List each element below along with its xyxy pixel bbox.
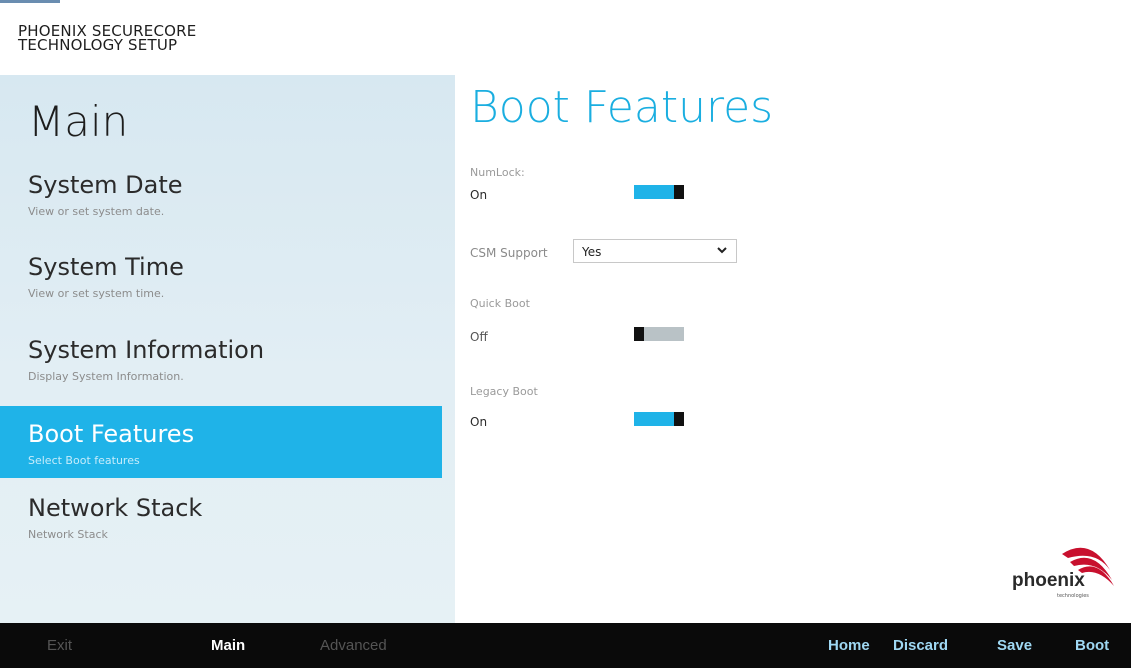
sidebar-item-desc: View or set system date. <box>28 205 165 218</box>
advanced-tab[interactable]: Advanced <box>320 637 387 654</box>
csm-support-label: CSM Support <box>470 246 548 260</box>
sidebar-title: Main <box>28 97 129 146</box>
page-title: Boot Features <box>470 82 774 133</box>
brand-title: PHOENIX SECURECORE TECHNOLOGY SETUP <box>18 24 196 54</box>
chevron-down-icon <box>717 247 727 254</box>
csm-support-select[interactable]: Yes <box>573 239 737 263</box>
numlock-label: NumLock: <box>470 166 525 179</box>
save-button[interactable]: Save <box>997 637 1032 654</box>
discard-button[interactable]: Discard <box>893 637 948 654</box>
quick-boot-label: Quick Boot <box>470 297 530 310</box>
sidebar-item-label: System Date <box>28 171 183 199</box>
brand-line-2: TECHNOLOGY SETUP <box>18 36 178 54</box>
csm-support-value: Yes <box>582 245 602 259</box>
main-tab[interactable]: Main <box>211 637 245 654</box>
phoenix-logo: phoenix technologies <box>1012 540 1116 610</box>
sidebar-item-boot-features[interactable]: Boot Features Select Boot features <box>0 406 442 478</box>
quick-boot-value: Off <box>470 330 488 344</box>
home-button[interactable]: Home <box>828 637 870 654</box>
boot-button[interactable]: Boot <box>1075 637 1109 654</box>
sidebar-item-desc: View or set system time. <box>28 287 165 300</box>
sidebar-item-desc: Network Stack <box>28 528 108 541</box>
legacy-boot-label: Legacy Boot <box>470 385 538 398</box>
legacy-boot-value: On <box>470 415 488 429</box>
sidebar-item-system-information[interactable]: System Information Display System Inform… <box>0 322 442 394</box>
sidebar-item-label: System Time <box>28 253 184 281</box>
sidebar-item-label: Boot Features <box>28 420 195 448</box>
sidebar-item-label: Network Stack <box>28 494 203 522</box>
sidebar-item-label: System Information <box>28 336 265 364</box>
exit-tab[interactable]: Exit <box>47 637 72 654</box>
legacy-boot-toggle[interactable] <box>634 412 684 426</box>
sidebar-item-network-stack[interactable]: Network Stack Network Stack <box>0 480 442 552</box>
bottom-bar: Exit Main Advanced Home Discard Save Boo… <box>0 623 1131 668</box>
logo-text: phoenix <box>1012 570 1085 591</box>
sidebar-item-desc: Display System Information. <box>28 370 184 383</box>
sidebar-item-desc: Select Boot features <box>28 454 140 467</box>
numlock-value: On <box>470 188 488 202</box>
sidebar-item-system-time[interactable]: System Time View or set system time. <box>0 239 442 311</box>
top-accent-line <box>0 0 60 3</box>
sidebar: Main System Date View or set system date… <box>0 75 455 623</box>
sidebar-item-system-date[interactable]: System Date View or set system date. <box>0 157 442 229</box>
quick-boot-toggle[interactable] <box>634 327 684 341</box>
numlock-toggle[interactable] <box>634 185 684 199</box>
logo-subtitle: technologies <box>1057 593 1089 599</box>
